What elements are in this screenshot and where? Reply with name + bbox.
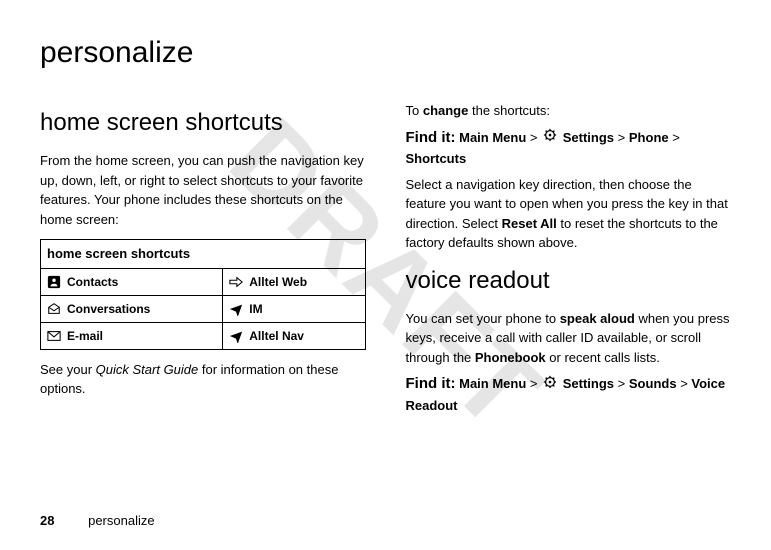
plane-icon: [229, 329, 243, 343]
table-row: E-mail Alltel Nav: [41, 322, 366, 349]
contacts-icon: [47, 275, 61, 289]
shortcuts-table: home screen shortcuts Contacts Alltel We…: [40, 239, 366, 350]
gear-icon: [543, 128, 557, 148]
footer-section: personalize: [88, 513, 155, 528]
envelope-open-icon: [47, 302, 61, 316]
arrow-right-icon: [229, 275, 243, 289]
cell-label: Contacts: [67, 273, 118, 291]
intro-paragraph: From the home screen, you can push the n…: [40, 151, 366, 229]
cell-label: Alltel Nav: [249, 327, 304, 345]
footer: 28 personalize: [40, 511, 155, 531]
left-column: home screen shortcuts From the home scre…: [40, 95, 366, 421]
cell-label: E-mail: [67, 327, 103, 345]
cell-label: Conversations: [67, 300, 150, 318]
post-table-paragraph: See your Quick Start Guide for informati…: [40, 360, 366, 399]
shortcut-instructions: Select a navigation key direction, then …: [406, 175, 732, 253]
find-it-voice-readout: Find it: Main Menu > Settings > Sounds >…: [406, 373, 732, 415]
section-home-screen-shortcuts: home screen shortcuts: [40, 105, 366, 141]
gear-icon: [543, 375, 557, 395]
change-intro: To change the shortcuts:: [406, 101, 732, 121]
table-row: Conversations IM: [41, 295, 366, 322]
cell-label: Alltel Web: [249, 273, 307, 291]
section-voice-readout: voice readout: [406, 263, 732, 299]
table-header: home screen shortcuts: [41, 240, 366, 269]
table-row: Contacts Alltel Web: [41, 268, 366, 295]
cell-label: IM: [249, 300, 262, 318]
plane-icon: [229, 302, 243, 316]
voice-readout-paragraph: You can set your phone to speak aloud wh…: [406, 309, 732, 368]
page-title: personalize: [40, 30, 731, 75]
right-column: To change the shortcuts: Find it: Main M…: [406, 95, 732, 421]
page-number: 28: [40, 513, 54, 528]
find-it-shortcuts: Find it: Main Menu > Settings > Phone > …: [406, 127, 732, 169]
envelope-icon: [47, 329, 61, 343]
